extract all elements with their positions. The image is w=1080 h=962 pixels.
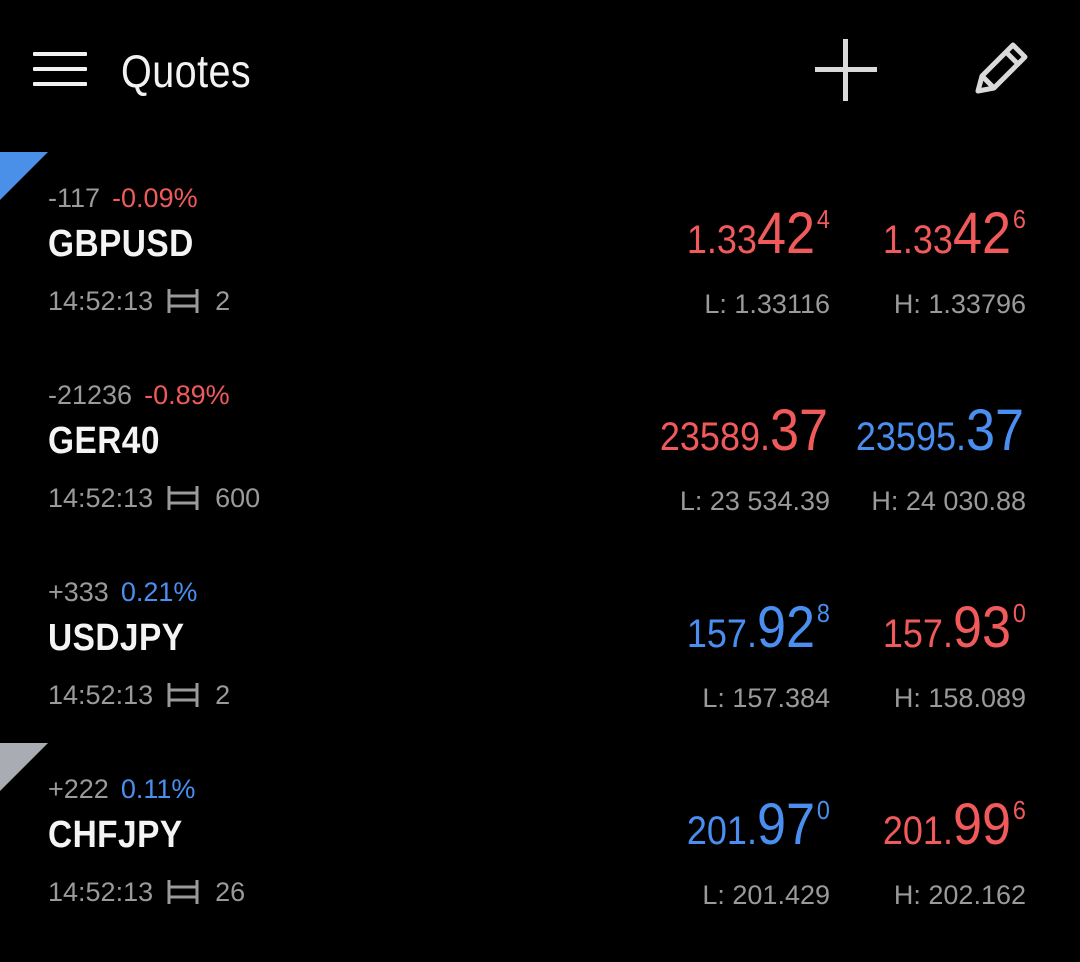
bid-price: 157.928 bbox=[687, 594, 830, 664]
change-percent: 0.21% bbox=[120, 577, 198, 607]
symbol-name: CHFJPY bbox=[48, 814, 183, 856]
ask-price-big-digits: 99 bbox=[953, 792, 1012, 857]
daily-low: L: 157.384 bbox=[702, 683, 830, 713]
change-points: +333 bbox=[48, 577, 109, 607]
ask-price-big-digits: 93 bbox=[953, 595, 1012, 660]
daily-low: L: 23 534.39 bbox=[679, 486, 830, 516]
ask-price-big-digits: 42 bbox=[953, 201, 1012, 266]
ask-price-superscript: 6 bbox=[1012, 795, 1026, 825]
quote-row-ger40[interactable]: -21236 -0.89% GER40 14:52:13 600 23589.37… bbox=[0, 349, 1080, 546]
bid-price-big-digits: 92 bbox=[757, 595, 816, 660]
ask-price-prefix: 23595. bbox=[856, 415, 967, 459]
bid-price: 1.33424 bbox=[687, 200, 830, 270]
change-percent: 0.11% bbox=[120, 774, 196, 804]
menu-bar bbox=[33, 67, 87, 71]
hamburger-menu-icon[interactable] bbox=[33, 52, 87, 86]
symbol-name: USDJPY bbox=[48, 617, 185, 659]
quote-time: 14:52:13 bbox=[48, 483, 154, 513]
bid-price-superscript: 8 bbox=[816, 598, 830, 628]
bid-price: 23589.37 bbox=[660, 397, 830, 467]
ask-price: 157.930 bbox=[883, 594, 1026, 664]
pencil-icon[interactable] bbox=[968, 38, 1034, 102]
ask-price: 201.996 bbox=[883, 791, 1026, 861]
menu-bar bbox=[33, 52, 87, 56]
ask-price: 1.33426 bbox=[883, 200, 1026, 270]
menu-bar bbox=[33, 82, 87, 86]
plus-icon[interactable] bbox=[812, 36, 880, 104]
ask-price: 23595.37 bbox=[856, 397, 1026, 467]
spread-icon bbox=[167, 683, 199, 707]
change-points: -21236 bbox=[48, 380, 133, 410]
spread-icon bbox=[167, 486, 199, 510]
daily-high: H: 158.089 bbox=[893, 683, 1026, 713]
bid-price-big-digits: 37 bbox=[770, 398, 829, 463]
daily-change: +222 0.11% bbox=[48, 773, 195, 805]
quote-meta: 14:52:13 26 bbox=[48, 876, 245, 908]
daily-high: H: 24 030.88 bbox=[871, 486, 1026, 516]
bid-price-superscript: 4 bbox=[816, 204, 830, 234]
bid-price: 201.970 bbox=[687, 791, 830, 861]
spread-value: 2 bbox=[215, 680, 231, 710]
daily-change: -21236 -0.89% bbox=[48, 379, 230, 411]
quote-time: 14:52:13 bbox=[48, 680, 154, 710]
daily-low: L: 1.33116 bbox=[704, 289, 830, 319]
selection-marker bbox=[0, 743, 48, 791]
spread-value: 600 bbox=[215, 483, 261, 513]
ask-price-prefix: 1.33 bbox=[883, 218, 954, 262]
ask-price-superscript: 6 bbox=[1012, 204, 1026, 234]
bid-price-prefix: 201. bbox=[687, 809, 758, 853]
ask-price-prefix: 201. bbox=[883, 809, 954, 853]
selection-marker bbox=[0, 152, 48, 200]
bid-price-prefix: 1.33 bbox=[687, 218, 758, 262]
change-percent: -0.09% bbox=[112, 183, 198, 213]
spread-value: 26 bbox=[215, 877, 246, 907]
bid-price-big-digits: 97 bbox=[757, 792, 816, 857]
app-header: Quotes bbox=[0, 0, 1080, 140]
daily-change: +333 0.21% bbox=[48, 576, 197, 608]
spread-value: 2 bbox=[215, 286, 231, 316]
daily-low: L: 201.429 bbox=[702, 880, 830, 910]
bid-price-big-digits: 42 bbox=[757, 201, 816, 266]
quote-meta: 14:52:13 600 bbox=[48, 482, 260, 514]
change-percent: -0.89% bbox=[144, 380, 230, 410]
change-points: -117 bbox=[48, 183, 101, 213]
symbol-name: GER40 bbox=[48, 420, 160, 462]
spread-icon bbox=[167, 880, 199, 904]
bid-price-prefix: 157. bbox=[687, 612, 758, 656]
spread-icon bbox=[167, 289, 199, 313]
daily-high: H: 202.162 bbox=[893, 880, 1026, 910]
quote-row-chfjpy[interactable]: +222 0.11% CHFJPY 14:52:13 26 201.970 201… bbox=[0, 743, 1080, 940]
symbol-name: GBPUSD bbox=[48, 223, 194, 265]
quote-row-gbpusd[interactable]: -117 -0.09% GBPUSD 14:52:13 2 1.33424 1.3… bbox=[0, 152, 1080, 349]
ask-price-prefix: 157. bbox=[883, 612, 954, 656]
page-title: Quotes bbox=[121, 45, 252, 97]
quote-time: 14:52:13 bbox=[48, 286, 154, 316]
quote-row-usdjpy[interactable]: +333 0.21% USDJPY 14:52:13 2 157.928 157.… bbox=[0, 546, 1080, 743]
bid-price-prefix: 23589. bbox=[660, 415, 771, 459]
ask-price-superscript: 0 bbox=[1012, 598, 1026, 628]
change-points: +222 bbox=[48, 774, 109, 804]
quote-time: 14:52:13 bbox=[48, 877, 154, 907]
ask-price-big-digits: 37 bbox=[966, 398, 1025, 463]
bid-price-superscript: 0 bbox=[816, 795, 830, 825]
quote-meta: 14:52:13 2 bbox=[48, 285, 230, 317]
quote-meta: 14:52:13 2 bbox=[48, 679, 230, 711]
daily-high: H: 1.33796 bbox=[893, 289, 1026, 319]
daily-change: -117 -0.09% bbox=[48, 182, 198, 214]
